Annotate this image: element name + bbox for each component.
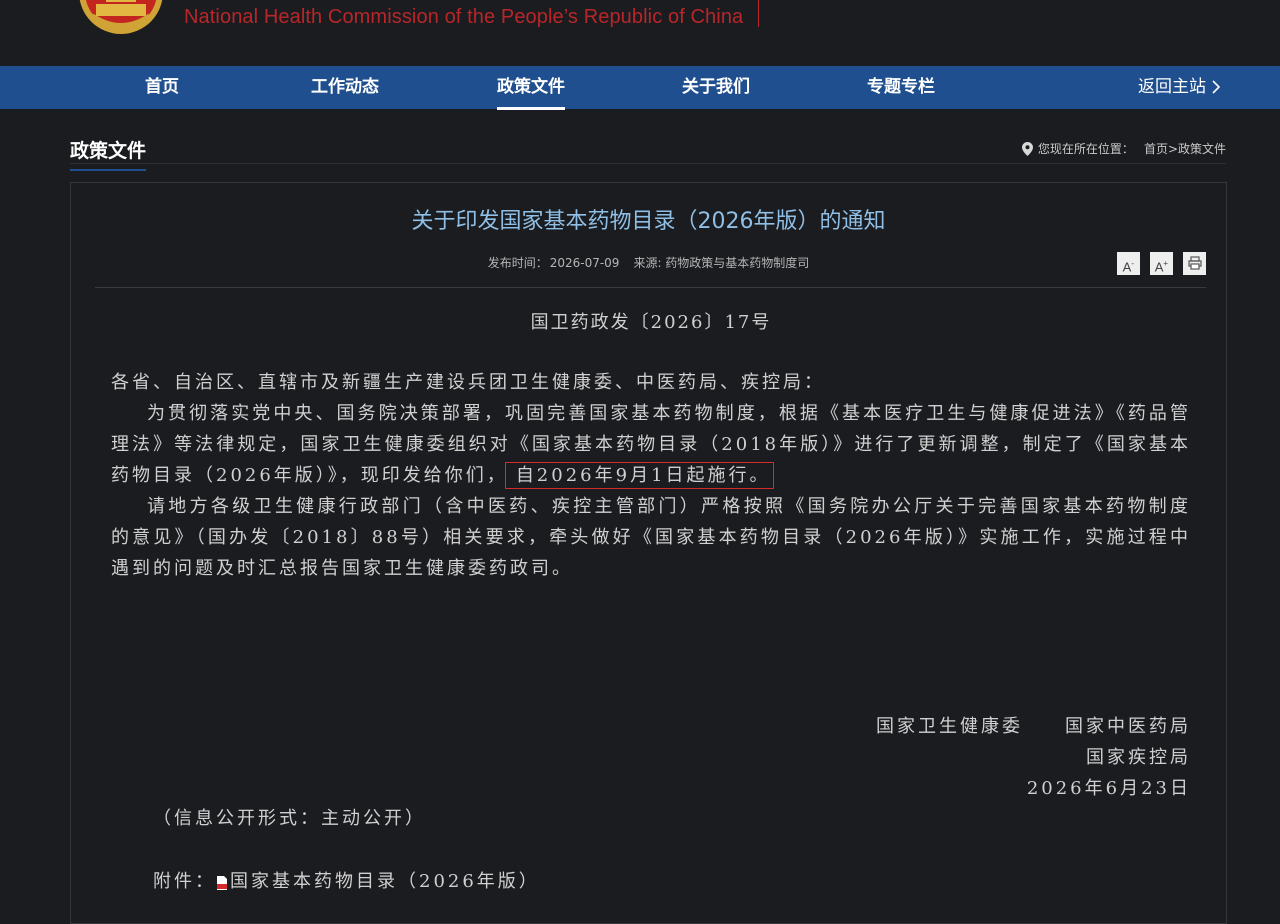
breadcrumb: 您现在所在位置： 首页>政策文件 <box>1021 140 1226 157</box>
chevron-right-icon <box>1212 80 1221 94</box>
paragraph-1: 为贯彻落实党中央、国务院决策部署，巩固完善国家基本药物制度，根据《基本医疗卫生与… <box>111 398 1191 491</box>
section-title: 政策文件 <box>70 136 147 171</box>
paragraph-2: 请地方各级卫生健康行政部门（含中医药、疾控主管部门）严格按照《国务院办公厅关于完… <box>111 496 1191 579</box>
site-name-english[interactable]: National Health Commission of the People… <box>184 6 743 29</box>
pdf-file-icon <box>217 876 227 890</box>
location-label: 您现在所在位置： <box>1037 142 1134 156</box>
article-tools: A- A+ <box>1112 252 1206 275</box>
national-emblem-icon[interactable] <box>78 0 164 40</box>
nav-item-home[interactable]: 首页 <box>145 66 179 109</box>
publish-label: 发布时间： <box>487 256 548 270</box>
nav-item-policy-documents[interactable]: 政策文件 <box>497 66 565 110</box>
article-source: 来源: 药物政策与基本药物制度司 <box>633 256 810 270</box>
nav-item-about-us[interactable]: 关于我们 <box>682 66 750 109</box>
article-title: 关于印发国家基本药物目录（2026年版）的通知 <box>411 209 886 234</box>
publish-date: 2026-07-09 <box>549 256 620 270</box>
breadcrumb-path[interactable]: 首页>政策文件 <box>1144 142 1226 156</box>
printer-icon <box>1187 256 1202 270</box>
main-nav: 首页 工作动态 政策文件 关于我们 专题专栏 返回主站 <box>0 66 1280 110</box>
print-button[interactable] <box>1183 252 1206 275</box>
nav-item-special-topics[interactable]: 专题专栏 <box>867 66 935 109</box>
nav-item-work-news[interactable]: 工作动态 <box>311 66 379 109</box>
effective-date-highlight: 自2026年9月1日起施行。 <box>504 462 774 489</box>
font-decrease-button[interactable]: A- <box>1116 252 1140 275</box>
disclosure-form: （信息公开形式：主动公开） <box>153 808 426 829</box>
attachment-label: 附件： <box>153 871 216 892</box>
site-header: National Health Commission of the People… <box>0 0 1280 66</box>
attachment-link[interactable]: 国家基本药物目录（2026年版） <box>216 871 540 892</box>
article-meta: 发布时间： 2026-07-09 来源: 药物政策与基本药物制度司 <box>71 254 1226 271</box>
meta-divider <box>95 287 1206 288</box>
signature-issuers: 国家卫生健康委 国家中医药局 <box>876 716 1191 737</box>
document-number: 国卫药政发〔2026〕17号 <box>530 312 772 333</box>
section-divider <box>70 163 1226 164</box>
attachment: 附件： 国家基本药物目录（2026年版） <box>153 867 540 893</box>
location-pin-icon <box>1021 142 1033 156</box>
signature-date: 2026年6月23日 <box>1026 778 1191 799</box>
header-divider <box>758 0 759 27</box>
salutation: 各省、自治区、直辖市及新疆生产建设兵团卫生健康委、中医药局、疾控局： <box>111 372 825 393</box>
back-to-main-site-link[interactable]: 返回主站 <box>1138 66 1221 109</box>
article-container: 关于印发国家基本药物目录（2026年版）的通知 发布时间： 2026-07-09 来… <box>70 182 1227 924</box>
attachment-name: 国家基本药物目录（2026年版） <box>230 871 540 892</box>
back-to-main-site-label: 返回主站 <box>1138 77 1206 97</box>
font-increase-button[interactable]: A+ <box>1149 252 1173 275</box>
signature-cdc: 国家疾控局 <box>1086 747 1191 768</box>
